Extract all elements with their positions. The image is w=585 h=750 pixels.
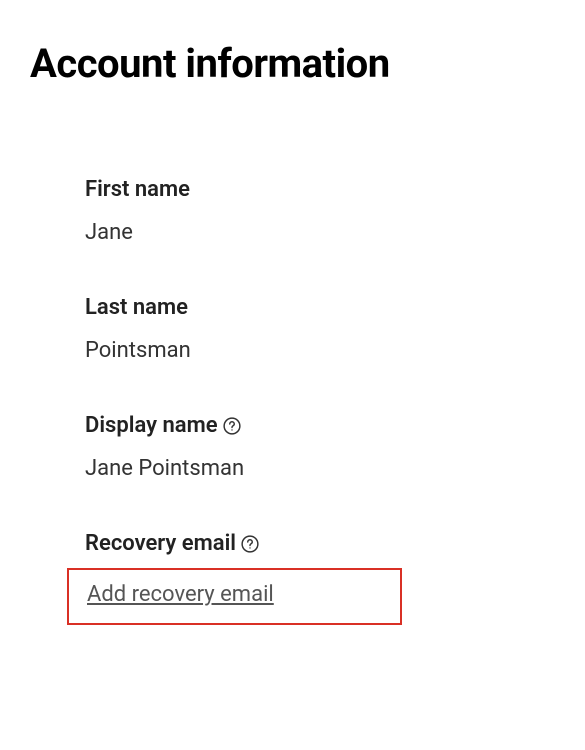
first-name-label: First name bbox=[85, 177, 555, 202]
add-recovery-email-link[interactable]: Add recovery email bbox=[87, 582, 274, 607]
last-name-value: Pointsman bbox=[85, 338, 555, 363]
page-title: Account information bbox=[30, 40, 555, 87]
last-name-label: Last name bbox=[85, 295, 555, 320]
help-icon[interactable] bbox=[241, 535, 259, 553]
recovery-email-label-text: Recovery email bbox=[85, 531, 236, 556]
recovery-email-field: Recovery email Add recovery email bbox=[85, 531, 555, 625]
last-name-field: Last name Pointsman bbox=[85, 295, 555, 363]
first-name-value: Jane bbox=[85, 220, 555, 245]
display-name-label-text: Display name bbox=[85, 413, 218, 438]
recovery-email-label: Recovery email bbox=[85, 531, 555, 556]
help-icon[interactable] bbox=[223, 417, 241, 435]
display-name-label: Display name bbox=[85, 413, 555, 438]
first-name-field: First name Jane bbox=[85, 177, 555, 245]
display-name-field: Display name Jane Pointsman bbox=[85, 413, 555, 481]
recovery-email-highlight: Add recovery email bbox=[67, 568, 402, 625]
account-fields: First name Jane Last name Pointsman Disp… bbox=[30, 177, 555, 625]
display-name-value: Jane Pointsman bbox=[85, 456, 555, 481]
